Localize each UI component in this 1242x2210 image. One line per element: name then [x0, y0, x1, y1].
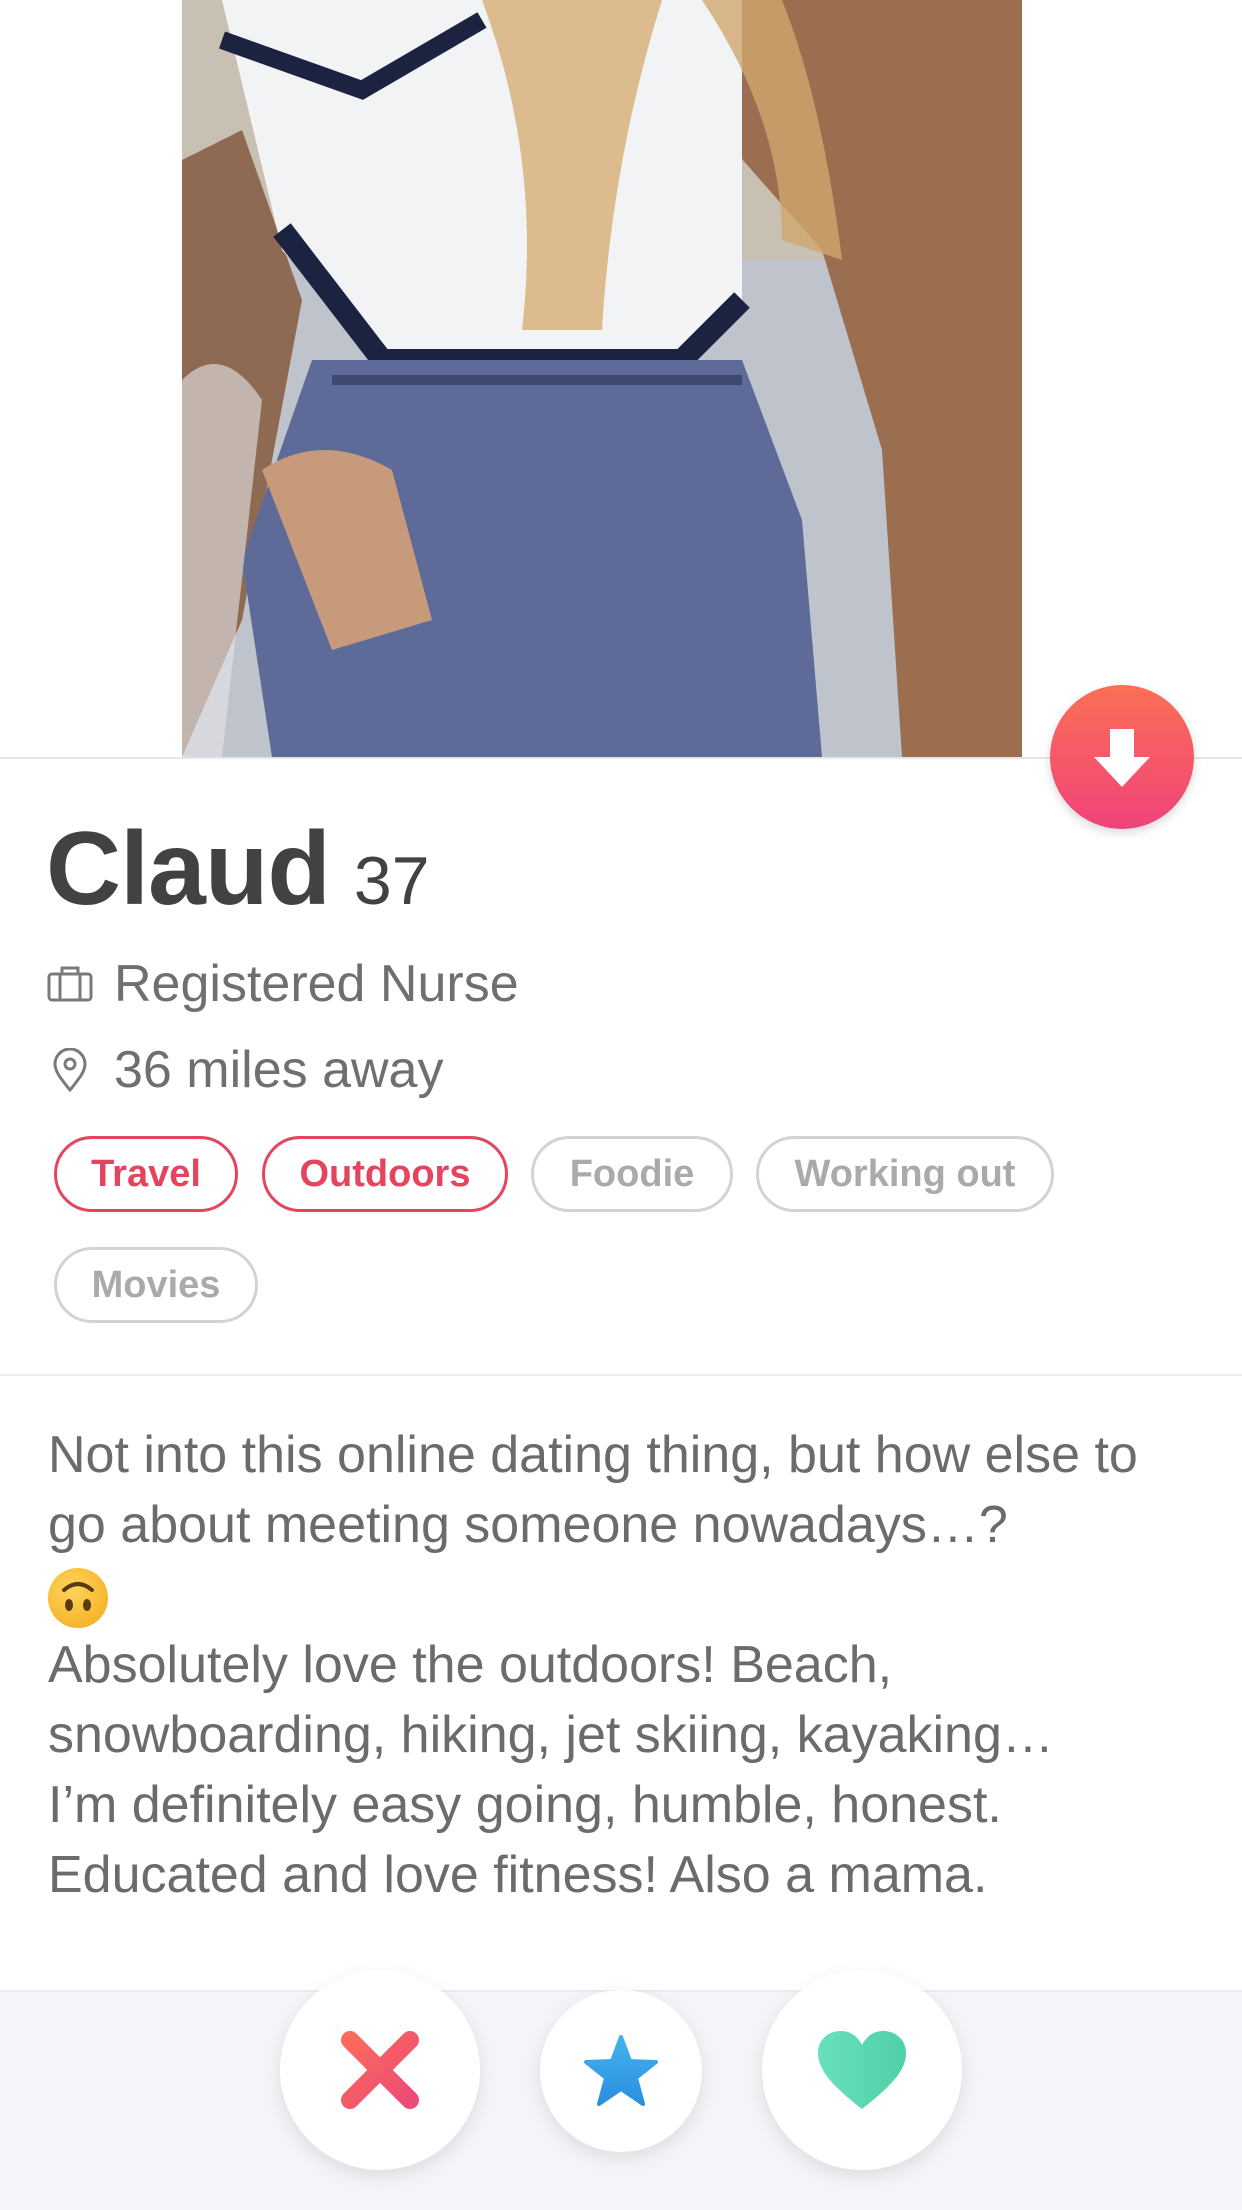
tag-outdoors[interactable]: Outdoors: [262, 1136, 508, 1212]
section-divider: [0, 1374, 1242, 1376]
star-icon: [584, 2035, 658, 2106]
like-button[interactable]: [762, 1970, 962, 2170]
bio-line-2: Absolutely love the outdoors! Beach, sno…: [48, 1636, 1054, 1904]
profile-name: Claud: [46, 811, 331, 927]
upside-down-face-emoji-icon: [48, 1568, 108, 1629]
tag-foodie[interactable]: Foodie: [531, 1136, 733, 1212]
location-pin-icon: [46, 1046, 94, 1094]
tag-travel[interactable]: Travel: [54, 1136, 238, 1212]
profile-photo-illustration: [182, 0, 1022, 757]
distance-text: 36 miles away: [114, 1041, 444, 1099]
job-row: Registered Nurse: [46, 954, 519, 1014]
nope-button[interactable]: [280, 1970, 480, 2170]
distance-row: 36 miles away: [46, 1040, 443, 1100]
super-like-button[interactable]: [540, 1990, 702, 2152]
job-title: Registered Nurse: [114, 955, 519, 1013]
close-x-icon: [341, 2031, 419, 2109]
collapse-profile-button[interactable]: [1050, 685, 1194, 829]
tag-movies[interactable]: Movies: [54, 1247, 258, 1323]
bio-section: Not into this online dating thing, but h…: [48, 1420, 1208, 1910]
bio-line-1: Not into this online dating thing, but h…: [48, 1426, 1138, 1554]
heart-icon: [818, 2031, 906, 2109]
tag-working-out[interactable]: Working out: [756, 1136, 1054, 1212]
name-age-row: Claud 37: [46, 810, 430, 929]
profile-photo[interactable]: [182, 0, 1022, 757]
profile-age: 37: [353, 843, 430, 919]
briefcase-icon: [46, 960, 94, 1008]
arrow-down-icon: [1094, 729, 1150, 787]
